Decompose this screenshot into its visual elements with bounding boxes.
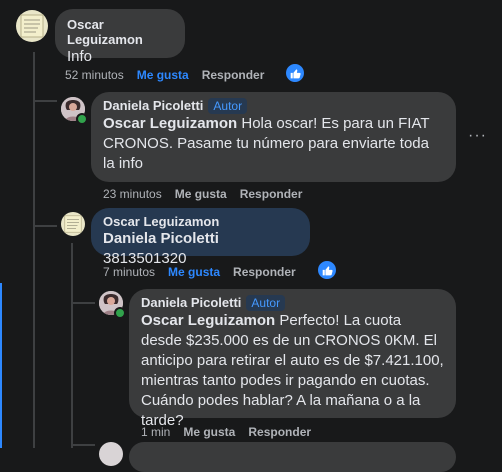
- reply-button[interactable]: Responder: [240, 187, 303, 201]
- note-avatar-icon: [20, 14, 44, 38]
- online-status-icon: [114, 307, 126, 319]
- comment-body: Perfecto! La cuota desde $235.000 es de …: [141, 312, 444, 429]
- mention-link[interactable]: Daniela Picoletti: [103, 230, 219, 247]
- author-badge: Autor: [246, 295, 286, 311]
- like-button[interactable]: Me gusta: [168, 265, 220, 279]
- note-avatar-icon: [64, 215, 82, 233]
- comment-text: Oscar Leguizamon Perfecto! La cuota desd…: [141, 311, 444, 431]
- thread-branch-3: [71, 302, 95, 304]
- online-status-icon: [76, 113, 88, 125]
- reply-button[interactable]: Responder: [202, 68, 265, 82]
- comment-time[interactable]: 23 minutos: [103, 187, 162, 201]
- comment-actions: 1 min Me gusta Responder: [141, 425, 324, 439]
- avatar[interactable]: [61, 212, 85, 236]
- comment-actions: 7 minutos Me gusta Responder: [103, 265, 309, 279]
- comment-time[interactable]: 52 minutos: [65, 68, 124, 82]
- avatar[interactable]: [16, 10, 48, 42]
- left-edge-indicator: [0, 283, 2, 448]
- comment-author[interactable]: Oscar Leguizamon: [67, 17, 173, 47]
- comment-text: Oscar Leguizamon Hola oscar! Es para un …: [103, 114, 444, 174]
- like-button[interactable]: Me gusta: [175, 187, 227, 201]
- comment-author[interactable]: Oscar Leguizamon: [103, 214, 298, 229]
- thread-line-main: [33, 52, 35, 448]
- comment-time[interactable]: 1 min: [141, 425, 170, 439]
- reply-button[interactable]: Responder: [248, 425, 311, 439]
- comment-bubble: Oscar Leguizamon Info: [55, 9, 185, 65]
- like-reaction-icon[interactable]: [317, 260, 337, 280]
- comment-actions: 23 minutos Me gusta Responder: [103, 187, 315, 201]
- comment-author[interactable]: Daniela Picoletti: [103, 98, 203, 113]
- comment-bubble: Oscar Leguizamon Daniela Picoletti 38135…: [91, 208, 310, 267]
- comment-bubble: Daniela Picoletti Autor Oscar Leguizamon …: [91, 92, 456, 182]
- comment-author[interactable]: Daniela Picoletti: [141, 295, 241, 310]
- mention-link[interactable]: Oscar Leguizamon: [103, 115, 237, 132]
- thread-branch-4: [71, 444, 95, 446]
- author-badge: Autor: [208, 98, 248, 114]
- reply-button[interactable]: Responder: [233, 265, 296, 279]
- comment-actions: 52 minutos Me gusta Responder: [65, 68, 277, 82]
- avatar[interactable]: [99, 442, 123, 466]
- comment-time[interactable]: 7 minutos: [103, 265, 155, 279]
- like-reaction-icon[interactable]: [285, 63, 305, 83]
- mention-link[interactable]: Oscar Leguizamon: [141, 312, 275, 329]
- comment-bubble: [129, 442, 456, 472]
- comment-text: Info: [67, 48, 93, 65]
- thread-line-sub: [71, 243, 73, 448]
- comment-bubble: Daniela Picoletti Autor Oscar Leguizamon …: [129, 289, 456, 429]
- more-options-icon[interactable]: ···: [468, 127, 487, 145]
- like-button[interactable]: Me gusta: [183, 425, 235, 439]
- thread-branch-2: [33, 225, 57, 227]
- comment-text: Daniela Picoletti 3813501320: [103, 229, 298, 269]
- thread-branch-1: [33, 100, 57, 102]
- like-button[interactable]: Me gusta: [137, 68, 189, 82]
